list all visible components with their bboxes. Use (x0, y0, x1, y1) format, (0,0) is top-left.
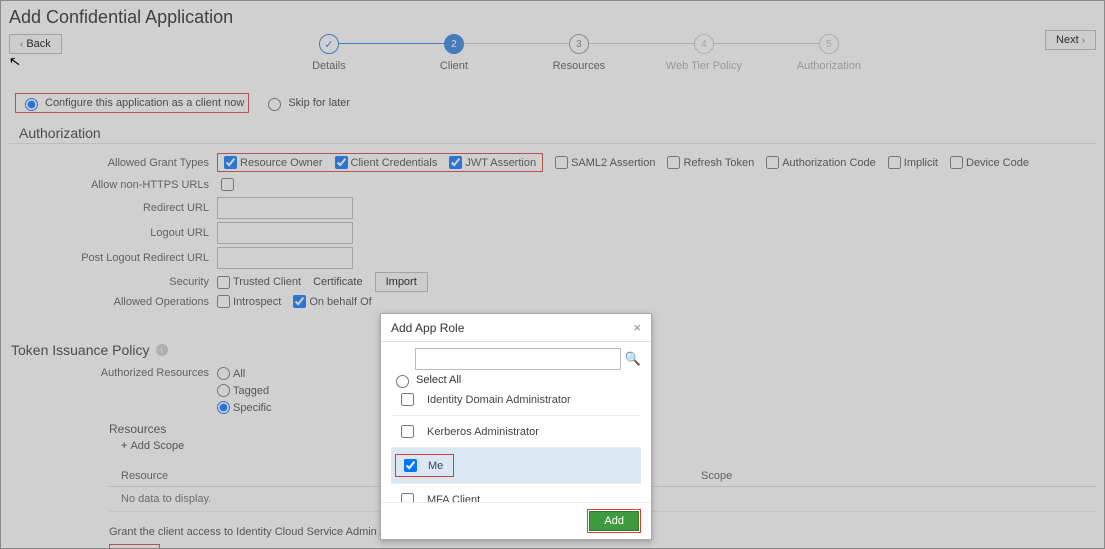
close-icon[interactable]: × (633, 320, 641, 335)
step-resources[interactable]: 3Resources (516, 34, 641, 72)
chevron-right-icon: › (1082, 35, 1085, 46)
step-authorization[interactable]: 5Authorization (766, 34, 891, 72)
grant-authorization-code[interactable]: Authorization Code (766, 156, 876, 169)
configure-now-radio[interactable]: Configure this application as a client n… (20, 95, 244, 111)
redirect-url-input[interactable] (217, 197, 353, 219)
add-app-role-dialog: Add App Role × 🔍 Select All Identity Dom… (380, 313, 652, 540)
authres-tagged[interactable]: Tagged (217, 384, 272, 397)
onbehalf-checkbox[interactable]: On behalf Of (293, 295, 371, 308)
security-label: Security (9, 276, 217, 288)
grant-saml2[interactable]: SAML2 Assertion (555, 156, 655, 169)
select-all-checkbox[interactable]: Select All (391, 372, 641, 388)
info-icon: i (156, 344, 168, 356)
step-webtier[interactable]: 4Web Tier Policy (641, 34, 766, 72)
trusted-client-checkbox[interactable]: Trusted Client (217, 276, 301, 289)
import-button[interactable]: Import (375, 272, 428, 292)
role-kerberos-admin[interactable]: Kerberos Administrator (391, 416, 641, 448)
plus-icon: + (121, 440, 127, 452)
grant-jwt-assertion[interactable]: JWT Assertion (449, 156, 536, 169)
role-search-input[interactable] (415, 348, 621, 370)
non-https-checkbox[interactable] (221, 178, 234, 191)
dialog-add-button[interactable]: Add (589, 511, 639, 531)
allowed-ops-label: Allowed Operations (9, 296, 217, 308)
dialog-title: Add App Role (391, 321, 464, 335)
step-details[interactable]: Details (266, 34, 391, 72)
role-identity-domain-admin[interactable]: Identity Domain Administrator (391, 388, 641, 416)
grant-types-label: Allowed Grant Types (9, 157, 217, 169)
grant-device-code[interactable]: Device Code (950, 156, 1029, 169)
add-role-button[interactable]: +Add (110, 545, 159, 549)
authres-specific[interactable]: Specific (217, 401, 272, 414)
chevron-left-icon: ‹ (20, 39, 23, 50)
page-title: Add Confidential Application (1, 1, 1104, 30)
add-scope-button[interactable]: +Add Scope (121, 440, 184, 452)
step-client[interactable]: 2Client (391, 34, 516, 72)
logout-url-label: Logout URL (9, 227, 217, 239)
certificate-label: Certificate (313, 276, 363, 288)
grant-refresh-token[interactable]: Refresh Token (667, 156, 754, 169)
wizard-steps: Details 2Client 3Resources 4Web Tier Pol… (122, 34, 1036, 72)
search-icon[interactable]: 🔍 (625, 351, 641, 367)
introspect-checkbox[interactable]: Introspect (217, 295, 281, 308)
grant-resource-owner[interactable]: Resource Owner (224, 156, 323, 169)
grant-client-credentials[interactable]: Client Credentials (335, 156, 438, 169)
grant-implicit[interactable]: Implicit (888, 156, 938, 169)
logout-url-input[interactable] (217, 222, 353, 244)
post-logout-url-input[interactable] (217, 247, 353, 269)
authorized-resources-label: Authorized Resources (9, 367, 217, 379)
next-button[interactable]: Next› (1045, 30, 1096, 50)
post-logout-url-label: Post Logout Redirect URL (9, 252, 217, 264)
authorization-section-title: Authorization (9, 119, 1096, 144)
role-mfa-client[interactable]: MFA Client (391, 484, 641, 502)
skip-later-radio[interactable]: Skip for later (263, 95, 350, 111)
authres-all[interactable]: All (217, 367, 272, 380)
redirect-url-label: Redirect URL (9, 202, 217, 214)
back-button[interactable]: ‹Back (9, 34, 62, 54)
role-me[interactable]: Me (391, 448, 641, 484)
non-https-label: Allow non-HTTPS URLs (9, 179, 217, 191)
